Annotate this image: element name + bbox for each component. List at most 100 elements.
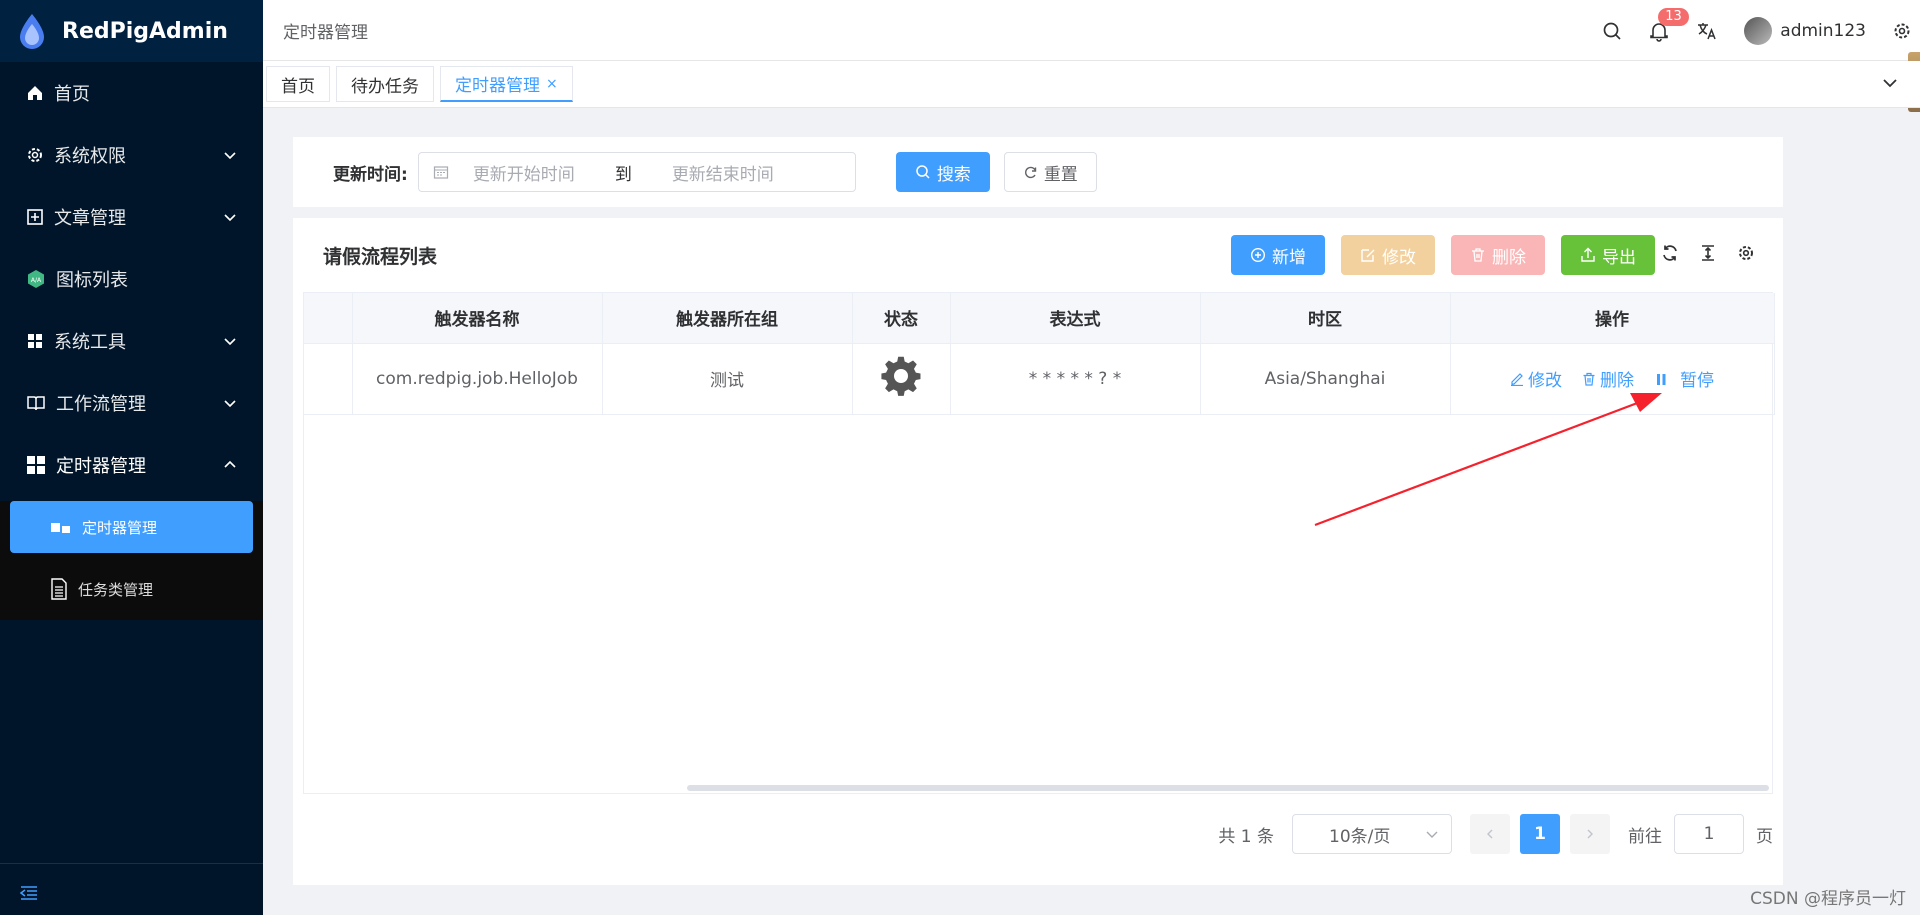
end-date-input[interactable]: 更新结束时间 <box>672 160 774 185</box>
chevron-down-icon <box>224 152 236 160</box>
notifications-button[interactable]: 13 <box>1648 7 1689 42</box>
prev-page-button[interactable] <box>1470 814 1510 854</box>
chevron-down-icon[interactable] <box>1882 75 1898 91</box>
reset-button[interactable]: 重置 <box>1003 152 1097 192</box>
gear-icon[interactable] <box>1737 244 1755 262</box>
plus-circle-icon <box>1250 247 1266 263</box>
column-height-icon[interactable] <box>1699 244 1717 262</box>
horizontal-scrollbar[interactable] <box>687 785 1769 791</box>
column-header: 表达式 <box>950 293 1201 344</box>
reset-button-label: 重置 <box>1043 164 1078 185</box>
header-actions: 13 admin123 <box>1602 0 1920 61</box>
sidebar-item-permissions[interactable]: 系统权限 <box>0 124 263 186</box>
sidebar-item-icons[interactable]: A/A 图标列表 <box>0 248 263 310</box>
edit-button[interactable]: 修改 <box>1341 235 1435 275</box>
refresh-icon <box>1024 166 1037 178</box>
user-menu[interactable]: admin123 <box>1744 16 1866 45</box>
tab-todo[interactable]: 待办任务 <box>336 66 434 102</box>
update-time-label: 更新时间: <box>333 164 408 185</box>
avatar <box>1744 16 1773 45</box>
calendar-icon <box>433 166 448 179</box>
page-size-select[interactable]: 10条/页 <box>1292 814 1452 854</box>
row-edit-label: 修改 <box>1528 371 1562 391</box>
language-button[interactable] <box>1696 21 1718 41</box>
sidebar-item-label: 系统工具 <box>54 332 126 353</box>
plus-square-icon <box>27 209 43 225</box>
row-delete-link[interactable]: 删除 <box>1582 366 1634 391</box>
settings-button[interactable] <box>1892 21 1912 41</box>
notification-badge: 13 <box>1658 7 1689 26</box>
trigger-name-cell: com.redpig.job.HelloJob <box>352 343 603 415</box>
chevron-up-icon <box>224 460 236 468</box>
table-row: com.redpig.job.HelloJob 测试 * * * * * ? *… <box>304 343 1775 415</box>
timezone-cell: Asia/Shanghai <box>1200 343 1451 415</box>
column-header-select <box>304 293 353 344</box>
add-button[interactable]: 新增 <box>1231 235 1325 275</box>
document-icon <box>51 578 67 600</box>
search-icon <box>916 165 930 179</box>
tabs-bar: 首页 待办任务 定时器管理 × <box>263 61 1920 108</box>
search-form: 更新时间: 更新开始时间 到 更新结束时间 搜索 重置 <box>293 137 1783 207</box>
row-pause-label: 暂停 <box>1680 371 1714 391</box>
hex-icon: A/A <box>28 270 44 288</box>
status-cell <box>852 343 951 415</box>
start-date-input[interactable]: 更新开始时间 <box>473 160 575 185</box>
page-number-button[interactable]: 1 <box>1520 814 1560 854</box>
sidebar-item-articles[interactable]: 文章管理 <box>0 186 263 248</box>
search-button[interactable] <box>1602 21 1622 41</box>
date-range-picker[interactable]: 更新开始时间 到 更新结束时间 <box>417 152 856 192</box>
expression-cell: * * * * * ? * <box>950 343 1201 415</box>
delete-button-label: 删除 <box>1492 247 1526 268</box>
refresh-icon[interactable] <box>1661 244 1679 262</box>
column-header: 触发器名称 <box>352 293 603 344</box>
sidebar-item-label: 文章管理 <box>54 208 126 229</box>
close-icon[interactable]: × <box>546 76 558 92</box>
row-select-cell <box>304 343 353 415</box>
next-page-button[interactable] <box>1570 814 1610 854</box>
edit-button-label: 修改 <box>1382 247 1416 268</box>
search-button[interactable]: 搜索 <box>895 152 990 192</box>
chevron-right-icon <box>1587 829 1593 839</box>
row-pause-link[interactable]: 暂停 <box>1654 366 1714 391</box>
submenu-item-job-classes[interactable]: 任务类管理 <box>0 558 263 620</box>
breadcrumb: 定时器管理 <box>283 22 368 43</box>
sidebar-item-home[interactable]: 首页 <box>0 62 263 124</box>
submenu-item-timers[interactable]: 定时器管理 <box>10 501 253 553</box>
home-icon <box>28 86 42 100</box>
export-button[interactable]: 导出 <box>1561 235 1655 275</box>
sidebar-footer <box>0 863 263 915</box>
pagination: 共 1 条 10条/页 1 前往 1 页 <box>1218 814 1773 854</box>
tab-timers[interactable]: 定时器管理 × <box>440 66 573 102</box>
column-header: 触发器所在组 <box>602 293 853 344</box>
sidebar-item-tools[interactable]: 系统工具 <box>0 310 263 372</box>
gear-icon <box>881 356 921 396</box>
search-button-label: 搜索 <box>936 164 971 185</box>
goto-page-input[interactable]: 1 <box>1674 814 1744 854</box>
windows-icon <box>27 456 45 474</box>
book-icon <box>27 396 45 411</box>
edit-icon <box>1511 372 1523 386</box>
add-button-label: 新增 <box>1272 247 1306 268</box>
collapse-sidebar-icon[interactable] <box>20 885 38 901</box>
top-header: 定时器管理 13 admin123 <box>263 0 1920 61</box>
table-header-row: 触发器名称 触发器所在组 状态 表达式 时区 操作 <box>304 293 1775 344</box>
svg-text:A/A: A/A <box>31 277 42 284</box>
sidebar-item-workflow[interactable]: 工作流管理 <box>0 372 263 434</box>
edit-icon <box>1361 249 1375 262</box>
sidebar-item-timers[interactable]: 定时器管理 <box>0 434 263 496</box>
column-header: 操作 <box>1450 293 1775 344</box>
chevron-down-icon <box>1426 831 1438 838</box>
sidebar-item-label: 图标列表 <box>56 270 128 291</box>
sidebar-item-label: 工作流管理 <box>56 394 146 415</box>
table-title: 请假流程列表 <box>323 246 438 268</box>
drop-logo-icon <box>20 14 44 49</box>
row-edit-link[interactable]: 修改 <box>1510 366 1562 391</box>
translate-icon <box>1698 22 1716 39</box>
delete-button[interactable]: 删除 <box>1451 235 1545 275</box>
tab-home[interactable]: 首页 <box>266 66 330 102</box>
tab-label: 定时器管理 <box>455 76 540 96</box>
upload-icon <box>1581 247 1595 262</box>
total-count: 共 1 条 <box>1218 826 1274 847</box>
logo[interactable]: RedPigAdmin <box>0 0 263 62</box>
page-unit-label: 页 <box>1756 826 1773 847</box>
